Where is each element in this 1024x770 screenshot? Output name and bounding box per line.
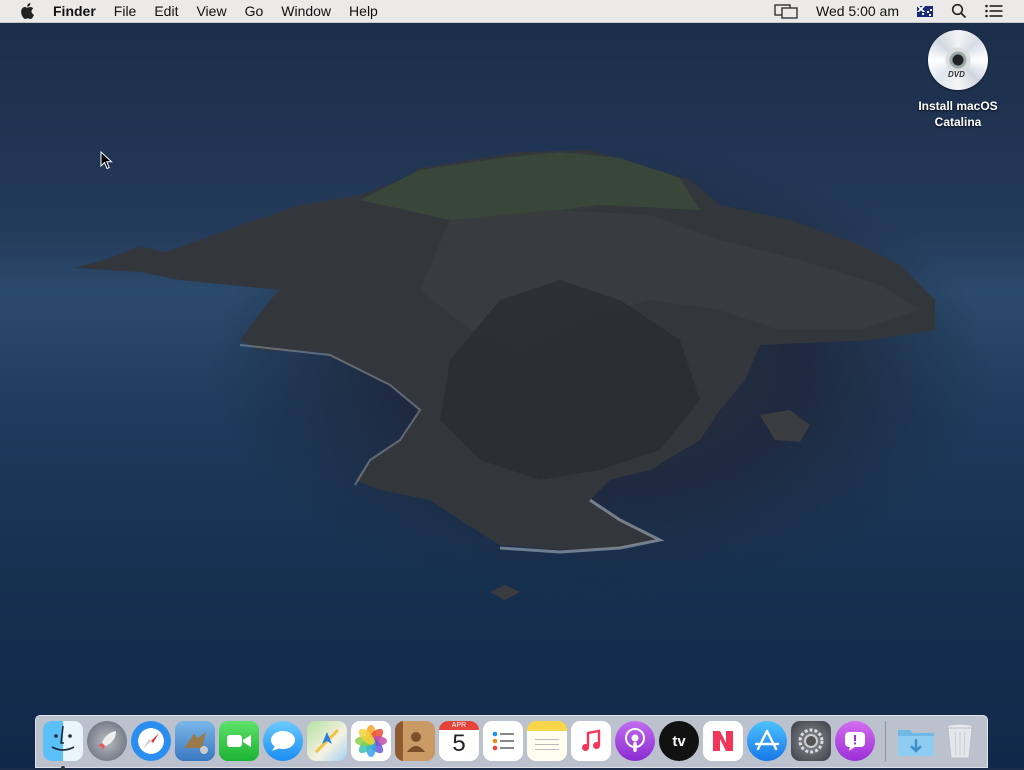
notes-icon	[535, 739, 559, 750]
dock-downloads-stack[interactable]	[896, 721, 936, 761]
input-source-menu[interactable]	[908, 0, 942, 22]
facetime-icon	[227, 735, 251, 747]
desktop-icon-label: Install macOS Catalina	[918, 99, 998, 129]
podcasts-icon	[625, 728, 645, 752]
dock-mail[interactable]	[175, 721, 215, 761]
dock-music[interactable]	[571, 721, 611, 761]
downloads-folder-icon	[898, 730, 934, 756]
dock-messages[interactable]	[263, 721, 303, 761]
calendar-month: APR	[439, 721, 479, 730]
messages-icon	[271, 731, 295, 751]
dock-separator	[885, 721, 886, 761]
calendar-day: 5	[452, 730, 466, 757]
dock-launchpad[interactable]	[87, 721, 127, 761]
dock-reminders[interactable]	[483, 721, 523, 761]
contacts-icon	[407, 732, 425, 752]
clock[interactable]: Wed 5:00 am	[807, 0, 908, 22]
dock-maps[interactable]	[307, 721, 347, 761]
display-mirroring-menu[interactable]	[765, 0, 807, 22]
dock-tv[interactable]: tv	[659, 721, 699, 761]
notification-center-button[interactable]	[976, 0, 1012, 22]
news-icon	[713, 731, 733, 751]
apple-icon	[21, 3, 34, 19]
dock-trash[interactable]	[940, 721, 980, 761]
dock-calendar[interactable]: APR 5	[439, 721, 479, 761]
feedback-assistant-icon	[845, 732, 865, 751]
dvd-icon: DVD	[928, 30, 988, 90]
menu-bar: Finder File Edit View Go Window Help Wed…	[0, 0, 1024, 23]
menu-go[interactable]: Go	[236, 0, 273, 22]
dock-feedback-assistant[interactable]	[835, 721, 875, 761]
apple-menu[interactable]	[0, 3, 44, 19]
spotlight-button[interactable]	[942, 0, 976, 22]
dock: APR 5 tv	[35, 715, 988, 770]
tv-icon: tv	[672, 732, 686, 750]
dock-finder[interactable]	[43, 721, 83, 770]
menu-view[interactable]: View	[187, 0, 235, 22]
menu-help[interactable]: Help	[340, 0, 387, 22]
mouse-cursor-icon	[100, 151, 113, 170]
dock-news[interactable]	[703, 721, 743, 761]
notification-center-icon	[985, 4, 1003, 18]
wallpaper-island	[75, 150, 935, 600]
finder-icon	[51, 725, 75, 751]
app-store-icon	[754, 729, 780, 751]
music-icon	[582, 729, 601, 751]
menu-window[interactable]: Window	[272, 0, 340, 22]
dock-photos[interactable]	[351, 721, 391, 761]
launchpad-icon	[98, 731, 116, 750]
dock-notes[interactable]	[527, 721, 567, 761]
desktop-icon-install-macos[interactable]: DVD Install macOS Catalina	[906, 30, 1010, 130]
menu-edit[interactable]: Edit	[145, 0, 187, 22]
reminders-icon	[492, 731, 514, 751]
display-mirroring-icon	[774, 4, 798, 19]
trash-icon	[946, 723, 974, 759]
safari-icon	[143, 733, 159, 749]
input-source-flag-icon	[917, 5, 933, 17]
dock-podcasts[interactable]	[615, 721, 655, 761]
dock-facetime[interactable]	[219, 721, 259, 761]
app-menu-finder[interactable]: Finder	[44, 0, 105, 22]
dock-safari[interactable]	[131, 721, 171, 761]
photos-icon	[355, 725, 387, 757]
dvd-badge: DVD	[948, 70, 965, 79]
dock-system-preferences[interactable]	[791, 721, 831, 761]
running-indicator	[61, 766, 65, 770]
spotlight-icon	[951, 3, 967, 19]
maps-icon	[314, 728, 340, 754]
system-preferences-icon	[798, 728, 824, 754]
menu-file[interactable]: File	[105, 0, 146, 22]
dock-app-store[interactable]	[747, 721, 787, 761]
dock-contacts[interactable]	[395, 721, 435, 761]
mail-icon	[184, 732, 208, 754]
